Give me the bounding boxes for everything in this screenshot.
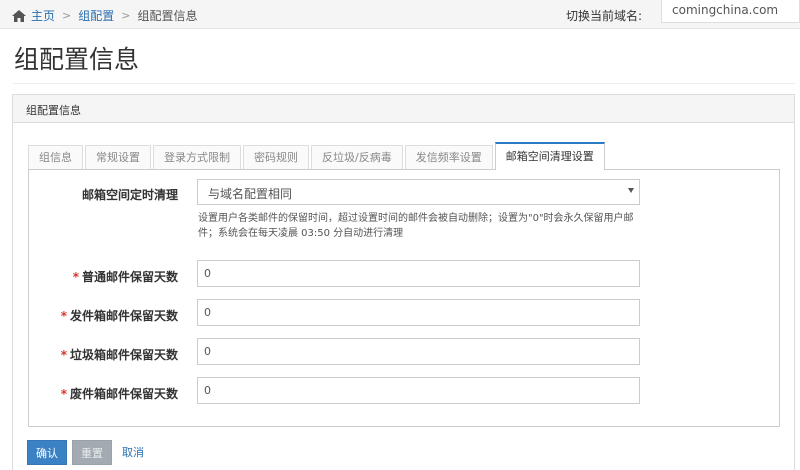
tab-send-frequency[interactable]: 发信频率设置 [404, 145, 493, 170]
sent-mail-days-label: * 发件箱邮件保留天数 [60, 309, 178, 323]
schedule-cleanup-value: 与域名配置相同 [208, 187, 293, 201]
sent-mail-days-input[interactable] [197, 299, 640, 326]
tab-mailbox-cleanup[interactable]: 邮箱空间清理设置 [494, 142, 605, 170]
required-marker: * [60, 387, 67, 401]
schedule-cleanup-label: 邮箱空间定时清理 [81, 188, 178, 202]
tab-antispam-antivirus[interactable]: 反垃圾/反病毒 [311, 145, 403, 170]
normal-mail-days-label: * 普通邮件保留天数 [72, 270, 178, 284]
breadcrumb-current: 组配置信息 [137, 9, 198, 23]
trash-mail-days-label: * 废件箱邮件保留天数 [60, 387, 178, 401]
required-marker: * [72, 270, 79, 284]
normal-mail-days-input[interactable] [197, 260, 640, 287]
tab-general-settings[interactable]: 常规设置 [85, 145, 151, 170]
trash-mail-days-input[interactable] [197, 377, 640, 404]
schedule-help-text: 设置用户各类邮件的保留时间，超过设置时间的邮件会被自动删除；设置为"0"时会永久… [198, 213, 634, 239]
reset-button[interactable]: 重置 [72, 440, 112, 465]
breadcrumb-group-config-link[interactable]: 组配置 [78, 7, 114, 24]
tab-login-restriction[interactable]: 登录方式限制 [153, 145, 241, 170]
panel-title: 组配置信息 [13, 95, 794, 123]
cancel-link[interactable]: 取消 [122, 440, 144, 465]
required-marker: * [60, 309, 67, 323]
domain-switch-label: 切换当前域名: [566, 9, 643, 23]
tab-group-info[interactable]: 组信息 [28, 145, 83, 170]
home-icon [12, 9, 26, 22]
title-divider [13, 83, 795, 84]
required-marker: * [60, 348, 67, 362]
top-bar: 主页 > 组配置 > 组配置信息 切换当前域名: comingchina.com [0, 0, 800, 29]
breadcrumb-home-link[interactable]: 主页 [31, 7, 55, 24]
junk-mail-days-label: * 垃圾箱邮件保留天数 [60, 348, 178, 362]
breadcrumb-separator: > [121, 9, 131, 22]
schedule-cleanup-select[interactable]: 与域名配置相同 [197, 179, 640, 205]
page-title: 组配置信息 [14, 45, 140, 74]
domain-select[interactable]: comingchina.com [661, 0, 800, 23]
junk-mail-days-input[interactable] [197, 338, 640, 365]
caret-down-icon [628, 188, 634, 193]
tab-password-rules[interactable]: 密码规则 [243, 145, 309, 170]
tab-bar: 组信息 常规设置 登录方式限制 密码规则 反垃圾/反病毒 发信频率设置 邮箱空间… [28, 142, 607, 170]
breadcrumb: 主页 > 组配置 > 组配置信息 [12, 7, 197, 24]
confirm-button[interactable]: 确认 [27, 440, 67, 465]
breadcrumb-separator: > [62, 9, 72, 22]
